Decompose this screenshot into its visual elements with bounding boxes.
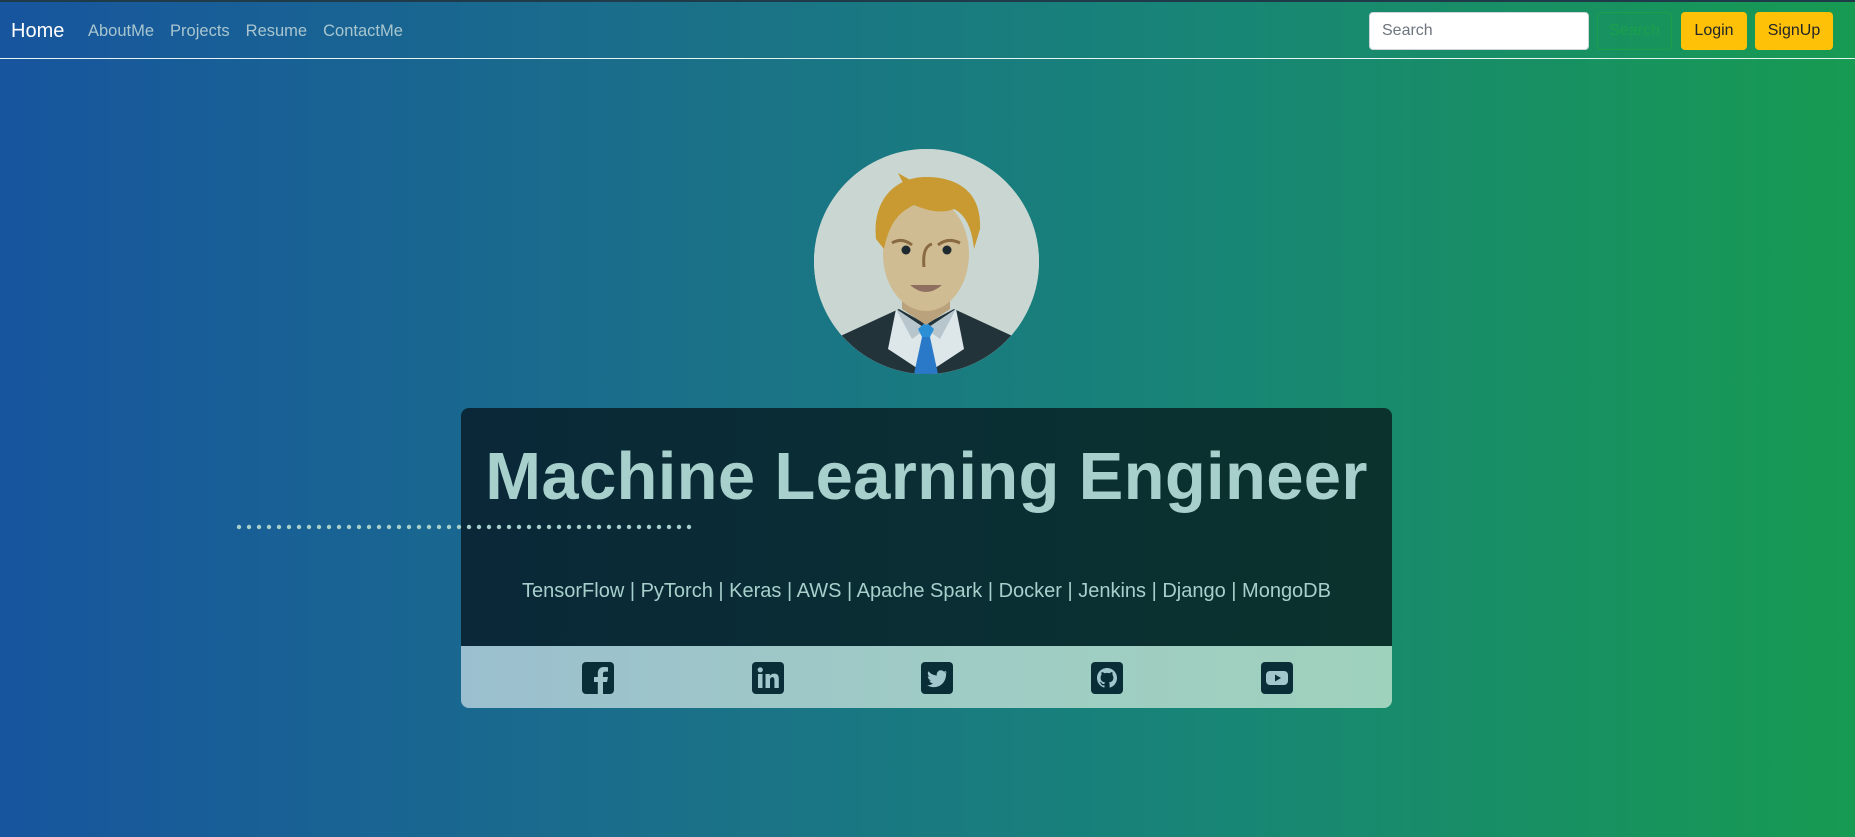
linkedin-icon[interactable] [752, 662, 784, 694]
nav-link-resume[interactable]: Resume [246, 22, 307, 41]
hero-title: Machine Learning Engineer [485, 439, 1368, 514]
hero-card: Machine Learning Engineer TensorFlow | P… [461, 408, 1392, 708]
skills-list: TensorFlow | PyTorch | Keras | AWS | Apa… [522, 580, 1331, 602]
login-button[interactable]: Login [1681, 12, 1747, 50]
twitter-icon[interactable] [921, 662, 953, 694]
profile-avatar [814, 149, 1039, 374]
search-button[interactable]: Search [1597, 12, 1672, 50]
avatar-illustration [814, 149, 1039, 374]
nav-link-contactme[interactable]: ContactMe [323, 22, 403, 41]
social-links-bar [461, 646, 1392, 708]
nav-link-aboutme[interactable]: AboutMe [88, 22, 154, 41]
search-input[interactable] [1369, 12, 1589, 50]
nav-links: AboutMe Projects Resume ContactMe [88, 22, 419, 41]
signup-button[interactable]: SignUp [1755, 12, 1833, 50]
dotted-divider [236, 524, 692, 530]
navbar: Home AboutMe Projects Resume ContactMe S… [0, 2, 1855, 59]
facebook-icon[interactable] [582, 662, 614, 694]
nav-link-projects[interactable]: Projects [170, 22, 230, 41]
github-icon[interactable] [1091, 662, 1123, 694]
nav-brand-home[interactable]: Home [11, 20, 64, 43]
youtube-icon[interactable] [1261, 662, 1293, 694]
